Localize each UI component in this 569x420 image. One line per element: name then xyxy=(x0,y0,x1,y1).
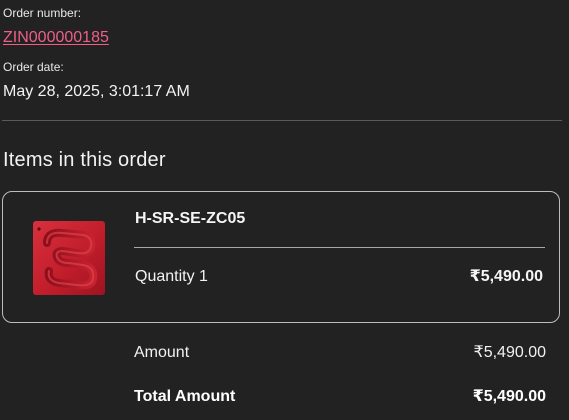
amount-label: Amount xyxy=(134,344,190,361)
total-amount-label: Total Amount xyxy=(134,388,236,405)
order-date-label: Order date: xyxy=(3,60,64,74)
item-divider xyxy=(134,247,545,248)
amount-value: ₹5,490.00 xyxy=(473,344,546,361)
items-section-title: Items in this order xyxy=(3,149,166,171)
order-number-label: Order number: xyxy=(3,6,82,20)
total-amount-value: ₹5,490.00 xyxy=(472,388,546,405)
product-thumbnail-icon[interactable] xyxy=(33,221,105,295)
section-divider xyxy=(2,120,562,121)
order-date-value: May 28, 2025, 3:01:17 AM xyxy=(3,83,190,100)
item-sku: H-SR-SE-ZC05 xyxy=(135,210,246,227)
item-price: ₹5,490.00 xyxy=(469,268,543,285)
order-number-link[interactable]: ZIN000000185 xyxy=(3,29,109,47)
item-quantity: Quantity 1 xyxy=(135,268,208,285)
